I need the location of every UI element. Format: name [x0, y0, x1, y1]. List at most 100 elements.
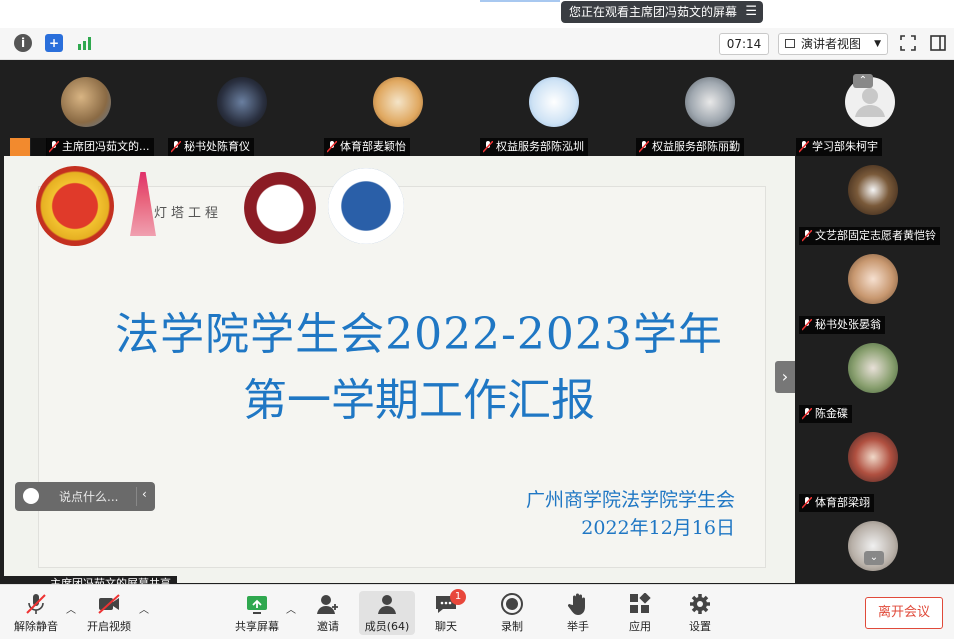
meeting-toolbar: i + 07:14 演讲者视图 ▼ — [0, 28, 954, 60]
share-options-chevron-icon[interactable]: ︿ — [286, 601, 296, 616]
apps-button[interactable]: 应用 — [612, 591, 668, 635]
info-icon[interactable]: i — [14, 34, 32, 52]
participant-name: 秘书处张晏翁 — [815, 318, 881, 331]
share-screen-button[interactable]: 共享屏幕 — [229, 591, 285, 635]
participant-name-tag: 秘书处陈育仪 — [168, 138, 254, 156]
participant-name: 秘书处陈育仪 — [184, 140, 250, 153]
participant-name-tag: 权益服务部陈泓圳 — [480, 138, 588, 156]
participant-tile[interactable]: 秘书处张晏翁 — [795, 245, 954, 334]
mic-muted-icon — [171, 141, 181, 153]
members-button[interactable]: 成员(64) — [359, 591, 415, 635]
meeting-timer: 07:14 — [719, 33, 769, 55]
invite-button[interactable]: 邀请 — [300, 591, 356, 635]
org-name: 广州商学院法学院学生会 — [525, 489, 735, 511]
audio-options-chevron-icon[interactable]: ︿ — [66, 601, 76, 616]
participant-name-tag: 体育部梁翊 — [799, 494, 874, 512]
top-banner: 您正在观看主席团冯茹文的屏幕 ☰ — [0, 0, 954, 28]
chat-label: 聊天 — [435, 620, 457, 633]
participant-name-tag: 秘书处张晏翁 — [799, 316, 885, 334]
view-mode-dropdown[interactable]: 演讲者视图 ▼ — [778, 33, 888, 55]
signal-strength-icon[interactable] — [76, 34, 94, 52]
youth-league-logo — [36, 166, 114, 246]
chat-placeholder[interactable]: 说点什么... — [59, 488, 118, 505]
participant-name-tag: 权益服务部陈丽勤 — [636, 138, 744, 156]
shared-screen: 灯塔工程 法学院学生会2022-2023学年 第一学期工作汇报 广州商学院法学院… — [4, 156, 795, 592]
settings-button[interactable]: 设置 — [672, 591, 728, 635]
participant-column: 文艺部固定志愿者黄恺铃 秘书处张晏翁 陈金碟 体育部梁翊 ⌄ — [795, 156, 954, 583]
members-label: 成员(64) — [364, 620, 410, 633]
mic-muted-icon — [802, 230, 812, 242]
speaker-view-icon — [785, 39, 795, 48]
participant-name: 体育部梁翊 — [815, 496, 870, 509]
members-icon — [378, 595, 396, 614]
sidebar-toggle-icon[interactable] — [929, 34, 947, 52]
chat-unread-badge: 1 — [450, 589, 466, 605]
participant-name: 体育部麦颖怡 — [340, 140, 406, 153]
share-screen-label: 共享屏幕 — [235, 620, 279, 633]
view-mode-label: 演讲者视图 — [801, 37, 862, 51]
video-off-icon — [98, 594, 120, 614]
participant-tile[interactable]: ⌄ — [795, 512, 954, 583]
participant-strip: 主席团冯茹文的... 秘书处陈育仪 体育部麦颖怡 权益服务部陈泓圳 权益服务部陈… — [0, 60, 954, 156]
avatar — [217, 77, 267, 127]
participant-name-tag: 学习部朱柯宇 — [796, 138, 882, 156]
avatar — [529, 77, 579, 127]
slide-date: 2022年12月16日 — [581, 517, 735, 539]
leave-meeting-button[interactable]: 离开会议 — [865, 597, 943, 629]
start-video-button[interactable]: 开启视频 — [81, 591, 137, 635]
fullscreen-icon[interactable] — [899, 34, 917, 52]
video-options-chevron-icon[interactable]: ︿ — [139, 601, 149, 616]
emoji-icon[interactable] — [23, 488, 39, 504]
participant-name: 陈金碟 — [815, 407, 848, 420]
next-page-arrow-icon[interactable]: › — [775, 361, 795, 393]
apps-label: 应用 — [629, 620, 651, 633]
mic-muted-icon — [802, 408, 812, 420]
meeting-controls-bar: 解除静音 ︿ 开启视频 ︿ 共享屏幕 ︿ 邀请 成员(64) 1 聊天 录制 举… — [0, 584, 954, 639]
participant-name-tag: 陈金碟 — [799, 405, 852, 423]
scroll-down-icon[interactable]: ⌄ — [864, 551, 884, 565]
chat-input-bar[interactable]: 说点什么... ‹ — [15, 482, 155, 511]
apps-grid-icon — [630, 593, 651, 613]
share-screen-icon — [247, 596, 267, 614]
invite-label: 邀请 — [317, 620, 339, 633]
raise-hand-label: 举手 — [567, 620, 589, 633]
participant-tile[interactable]: 体育部梁翊 — [795, 423, 954, 512]
law-school-seal-logo — [244, 172, 316, 244]
participant-tile[interactable]: 秘书处陈育仪 — [162, 60, 318, 156]
collapse-arrow-icon[interactable]: ‹ — [142, 487, 147, 501]
slide-title-line1: 法学院学生会2022-2023学年 — [115, 309, 723, 360]
participant-name-tag: 体育部麦颖怡 — [324, 138, 410, 156]
start-video-label: 开启视频 — [87, 620, 131, 633]
participant-tile[interactable]: 权益服务部陈泓圳 — [474, 60, 630, 156]
mic-muted-icon — [26, 594, 46, 614]
mic-muted-icon — [802, 497, 812, 509]
participant-tile[interactable]: 权益服务部陈丽勤 — [630, 60, 786, 156]
mic-muted-icon — [799, 141, 809, 153]
divider — [136, 487, 137, 506]
avatar — [685, 77, 735, 127]
avatar — [848, 254, 898, 304]
chat-button[interactable]: 1 聊天 — [418, 589, 474, 635]
security-shield-icon[interactable]: + — [45, 34, 63, 52]
record-icon — [501, 593, 523, 615]
participant-tile[interactable]: 文艺部固定志愿者黄恺铃 — [795, 156, 954, 245]
avatar — [61, 77, 111, 127]
participant-name: 学习部朱柯宇 — [812, 140, 878, 153]
participant-name-tag: 主席团冯茹文的... — [46, 138, 154, 156]
avatar — [373, 77, 423, 127]
avatar — [848, 432, 898, 482]
viewing-text: 您正在观看主席团冯茹文的屏幕 — [569, 5, 738, 19]
raise-hand-button[interactable]: 举手 — [550, 591, 606, 635]
record-label: 录制 — [501, 620, 523, 633]
scroll-up-icon[interactable]: ⌃ — [853, 74, 873, 88]
record-button[interactable]: 录制 — [484, 591, 540, 635]
participant-tile[interactable]: ⌃ 学习部朱柯宇 — [790, 60, 946, 156]
participant-tile[interactable]: 陈金碟 — [795, 334, 954, 423]
participant-tile[interactable]: 主席团冯茹文的... — [6, 60, 162, 156]
viewing-indicator[interactable]: 您正在观看主席团冯茹文的屏幕 ☰ — [561, 1, 764, 23]
participant-tile[interactable]: 体育部麦颖怡 — [318, 60, 474, 156]
banner-edge — [480, 0, 560, 2]
unmute-button[interactable]: 解除静音 — [8, 591, 64, 635]
menu-icon[interactable]: ☰ — [745, 1, 757, 23]
mic-muted-icon — [49, 141, 59, 153]
